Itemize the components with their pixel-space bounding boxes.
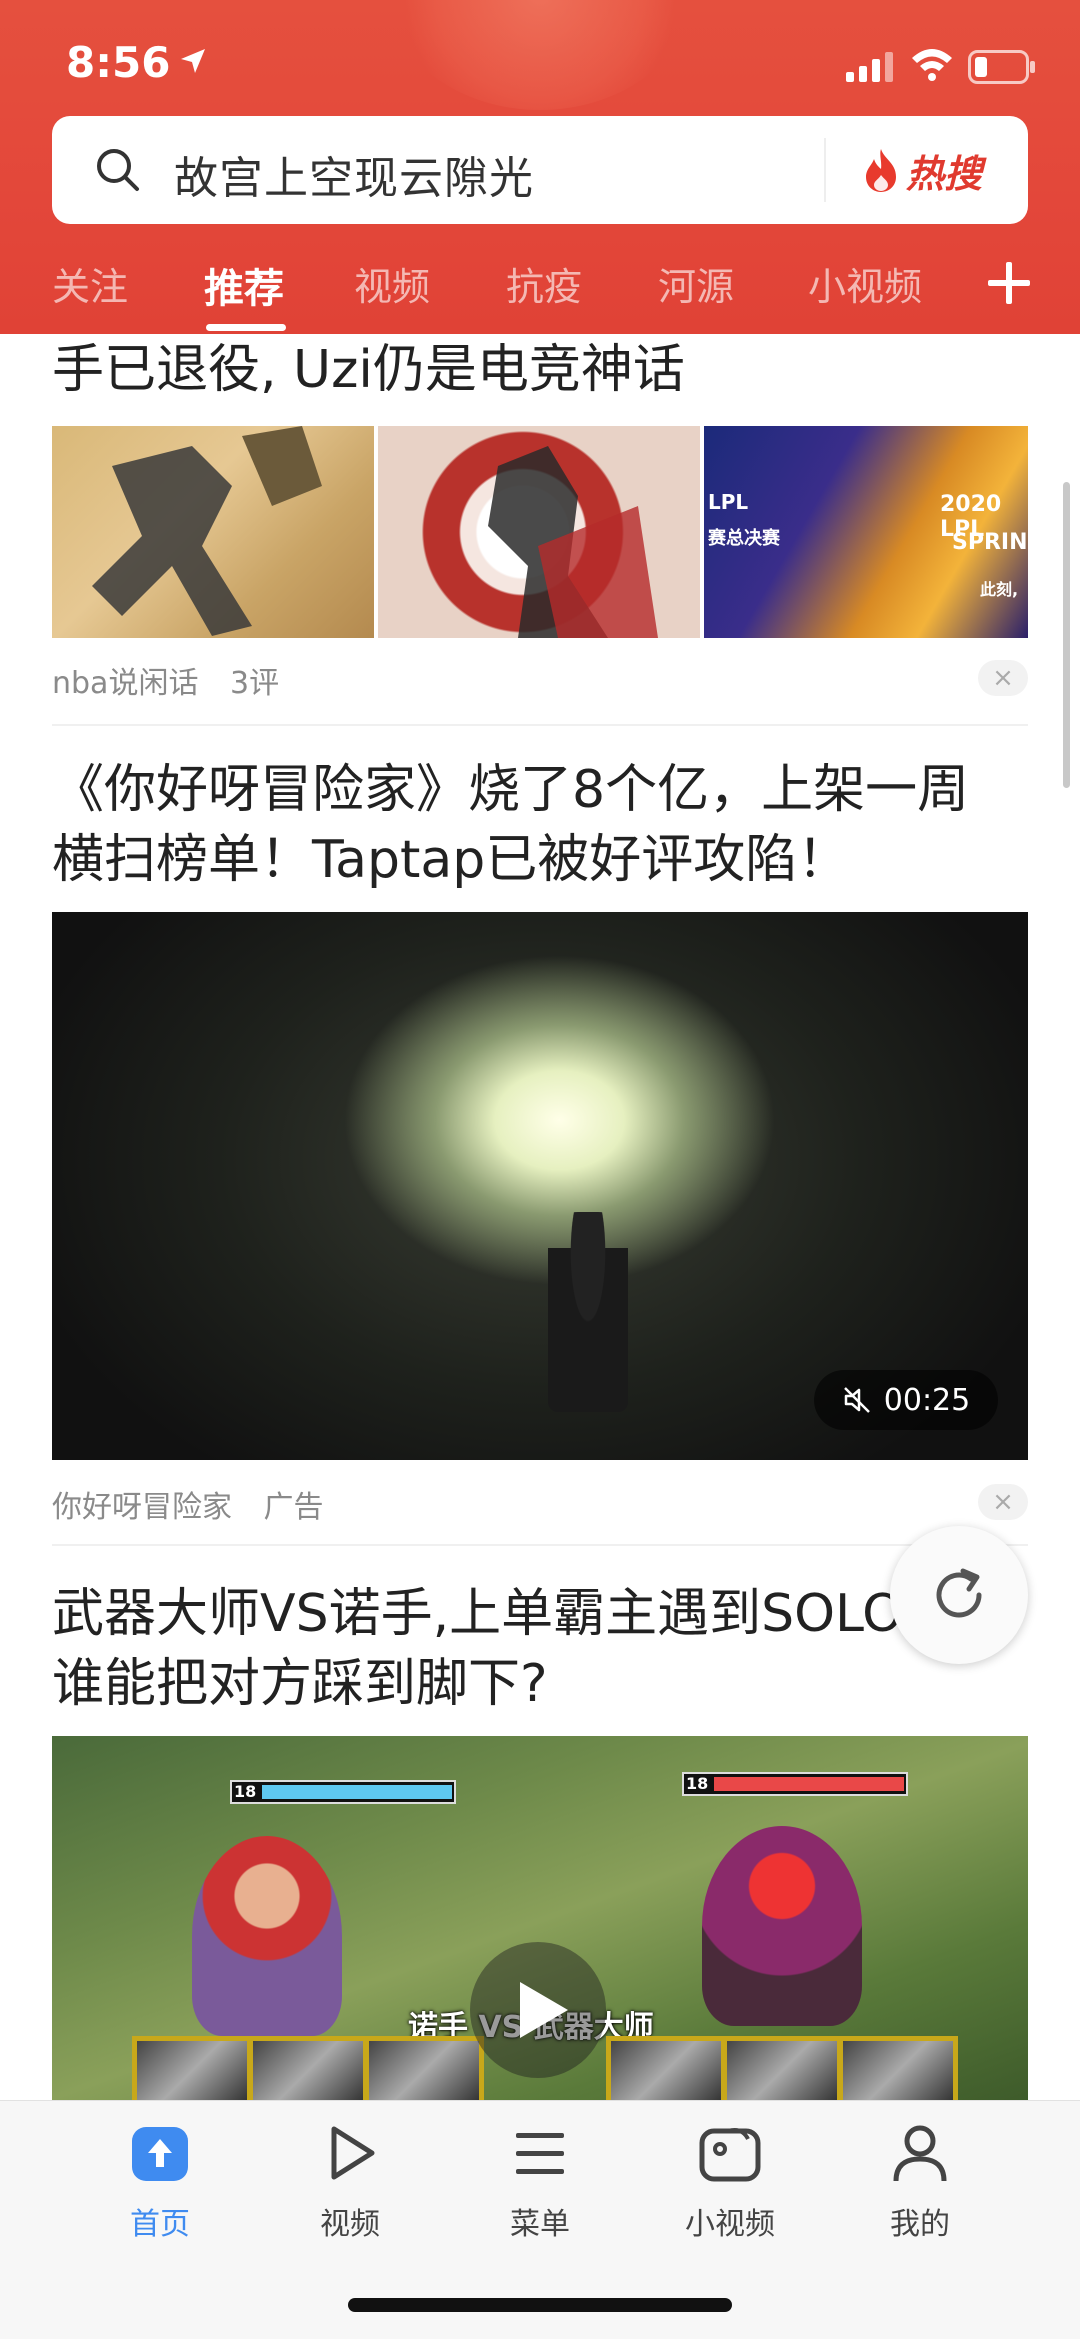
nav-video-label: 视频 [320,2207,380,2242]
article-image-row[interactable]: LPL 赛总决赛 2020 LPL SPRIN 此刻, [52,426,1028,638]
image-text-lpl: LPL [708,490,749,514]
image-text-spring: SPRIN [952,530,1028,555]
nav-profile-label: 我的 [890,2207,950,2242]
battery-icon [968,50,1035,84]
camera-icon [699,2128,761,2182]
dismiss-button[interactable]: × [978,660,1028,696]
search-bar[interactable]: 故宫上空现云隙光 热搜 [52,116,1028,224]
skill-slot [369,2041,479,2100]
tab-follow[interactable]: 关注 [52,256,128,311]
play-icon [331,2126,375,2180]
right-health-fill [714,1777,904,1791]
right-health-bar: 18 [682,1772,908,1796]
mute-icon [843,1387,870,1413]
ad-meta: 你好呀冒险家 广告 [52,1482,346,1526]
nav-menu[interactable]: 菜单 [460,2121,620,2251]
tab-video[interactable]: 视频 [354,256,430,311]
left-health-bar: 18 [230,1780,456,1804]
video-duration: 00:25 [883,1382,971,1418]
flame-icon [866,149,896,192]
article-image-1 [52,426,374,638]
refresh-button[interactable] [890,1526,1028,1664]
location-arrow-icon [181,49,205,73]
wifi-icon [912,49,952,81]
nav-short-video-label: 小视频 [685,2207,775,2242]
ad-source: 你好呀冒险家 [52,1490,232,1525]
left-health-fill [262,1785,452,1799]
app-header: 8:56 故宫上空现云隙光 热搜 关注 推荐 视频 抗疫 河源 小视频 [0,0,1080,334]
article-meta: nba说闲话 3评 [52,658,301,702]
champion-art-2 [488,446,658,638]
search-query: 故宫上空现云隙光 [174,153,534,204]
signal-icon [846,52,893,82]
left-level: 18 [234,1782,257,1801]
home-indicator[interactable] [348,2298,732,2312]
search-divider [824,138,826,202]
feed-separator [52,724,1028,726]
article-source: nba说闲话 [52,666,199,701]
skill-slot [253,2041,363,2100]
ad-video[interactable]: 00:25 [52,912,1028,1460]
person-icon [893,2125,947,2182]
image-text-moment: 此刻, [980,580,1019,599]
home-icon [132,2127,188,2181]
nav-home[interactable]: 首页 [80,2121,240,2251]
skill-slot [727,2041,837,2100]
nav-video[interactable]: 视频 [270,2121,430,2251]
video-character [548,1212,628,1412]
video-duration-badge[interactable]: 00:25 [814,1370,998,1430]
video-title-line-2[interactable]: 谁能把对方踩到脚下? [52,1652,1042,1716]
left-skill-bar [132,2036,484,2100]
tab-recommend[interactable]: 推荐 [204,256,284,314]
ad-title-line-1[interactable]: 《你好呀冒险家》烧了8个亿，上架一周 [52,758,1042,822]
tab-heyuan[interactable]: 河源 [658,256,734,311]
news-feed[interactable]: 手已退役, Uzi仍是电竞神话 LPL 赛总决赛 2020 LPL SPRIN … [0,334,1080,2100]
status-time: 8:56 [66,38,171,87]
article-image-2 [378,426,700,638]
play-button[interactable] [470,1942,606,2078]
right-level: 18 [686,1774,709,1793]
ad-title-line-2[interactable]: 横扫榜单！Taptap已被好评攻陷！ [52,828,1042,892]
right-skill-bar [606,2036,958,2100]
image-text-finals: 赛总决赛 [708,528,780,549]
status-bar: 8:56 [0,0,1080,120]
champion-jax [192,1836,342,2036]
ad-tag: 广告 [263,1490,324,1525]
nav-menu-label: 菜单 [510,2207,570,2242]
dismiss-button[interactable]: × [978,1484,1028,1520]
menu-icon [516,2133,564,2174]
article-image-3: LPL 赛总决赛 2020 LPL SPRIN 此刻, [704,426,1028,638]
skill-slot [137,2041,247,2100]
champion-art-1 [92,426,322,636]
nav-home-label: 首页 [130,2207,190,2242]
article-title[interactable]: 手已退役, Uzi仍是电竞神话 [52,338,1042,402]
scroll-indicator[interactable] [1063,482,1070,788]
champion-darius [702,1826,862,2026]
hot-search-label: 热搜 [906,151,983,196]
skill-slot [611,2041,721,2100]
article-comment-count: 3评 [230,666,280,701]
tab-short-video[interactable]: 小视频 [808,256,922,311]
play-icon [520,1982,568,2038]
nav-profile[interactable]: 我的 [840,2121,1000,2251]
refresh-icon [936,1568,982,1618]
plus-icon[interactable] [986,260,1032,306]
nav-short-video[interactable]: 小视频 [650,2121,810,2251]
hot-search-button[interactable]: 热搜 [862,140,982,200]
feed-separator [52,1544,1028,1546]
tab-anti-epidemic[interactable]: 抗疫 [506,256,582,311]
channel-tabs: 关注 推荐 视频 抗疫 河源 小视频 [0,246,1080,334]
skill-slot [843,2041,953,2100]
search-icon [97,149,139,191]
active-tab-underline [206,324,286,331]
